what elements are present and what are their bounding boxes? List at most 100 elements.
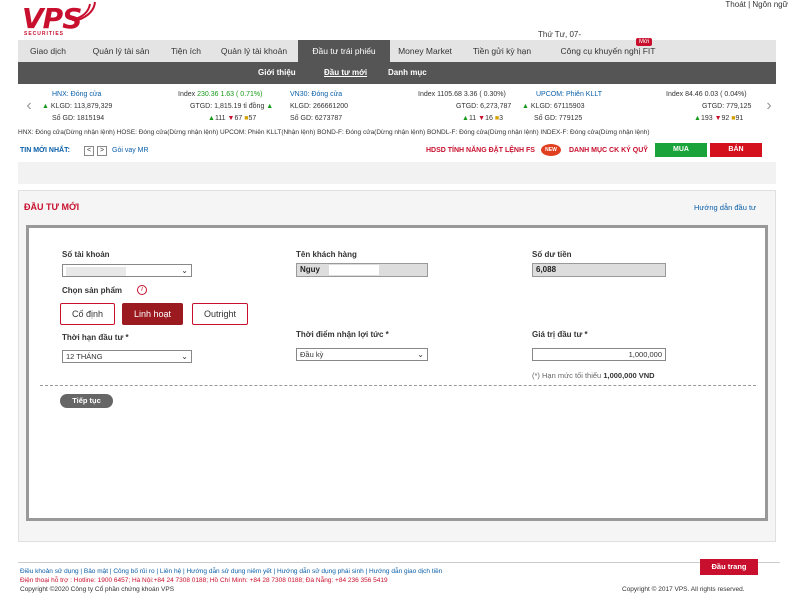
upcom-gtgd-value: 779,125 xyxy=(726,103,752,110)
mid-breadth: ▲11 ▼16 ■3 xyxy=(462,115,503,122)
market-status-line: HNX: Đóng cửa(Dừng nhận lệnh) HOSE: Đóng… xyxy=(18,129,650,136)
balance-field: 6,088 xyxy=(532,263,666,277)
mid-index: Index 1105.68 3.36 ( 0.30%) xyxy=(418,91,506,98)
upcom-sogd-label: Số GD: xyxy=(534,115,557,122)
main-nav: Giao dịch Quản lý tài sản Tiện ích Quản … xyxy=(18,40,776,62)
footer-copyright-left: Copyright ©2020 Công ty Cổ phần chứng kh… xyxy=(20,586,175,593)
back-to-top-button[interactable]: Đầu trang xyxy=(700,559,758,575)
nav-item-quan-ly-tai-khoan[interactable]: Quản lý tài khoản xyxy=(212,40,296,62)
hnx-down-count: 67 xyxy=(234,115,243,122)
min-note-prefix: (*) Hạn mức tối thiểu xyxy=(532,371,602,380)
min-amount-note: (*) Hạn mức tối thiểu 1,000,000 VND xyxy=(532,371,655,380)
vn30-klgd: KLGD: 266661200 xyxy=(290,103,348,110)
product-outright-button[interactable]: Outright xyxy=(192,303,248,325)
nav-item-tien-ich[interactable]: Tiện ích xyxy=(162,40,210,62)
footer-copyright-right: Copyright © 2017 VPS. All rights reserve… xyxy=(622,586,745,593)
hnx-sogd-value: 1815194 xyxy=(76,115,105,122)
mid-down-count: 16 xyxy=(485,115,493,122)
amount-input[interactable]: 1,000,000 xyxy=(532,348,666,361)
sell-button[interactable]: BÁN xyxy=(710,143,762,157)
upcom-title: UPCOM: Phiên KLLT xyxy=(536,91,603,98)
vn30-klgd-value: 266661200 xyxy=(312,103,349,110)
upcom-klgd-value: 67115903 xyxy=(553,103,585,110)
subnav-gioi-thieu[interactable]: Giới thiệu xyxy=(258,62,296,84)
hnx-index-change: 1.63 ( 0.71%) xyxy=(220,91,263,98)
guide-link[interactable]: Hướng dẫn đầu tư xyxy=(694,203,756,212)
mid-index-value: 1105.68 xyxy=(437,91,462,98)
min-note-value: 1,000,000 VND xyxy=(603,371,655,380)
amount-label: Giá trị đầu tư * xyxy=(532,330,588,339)
mid-up-count: 11 xyxy=(468,115,477,122)
subnav-dau-tu-moi[interactable]: Đầu tư mới xyxy=(324,62,367,84)
gray-band xyxy=(18,162,776,184)
upcom-klgd: ▲ KLGD: 67115903 xyxy=(522,103,584,110)
news-prev-button[interactable]: < xyxy=(84,146,94,156)
product-label: Chọn sản phẩm xyxy=(62,286,123,295)
upcom-down-count: 92 xyxy=(721,115,730,122)
upcom-eq-count: 91 xyxy=(735,115,744,122)
term-select[interactable]: 12 THÁNG ⌄ xyxy=(62,350,192,363)
mid-gtgd-label: GTGD: xyxy=(456,103,479,110)
continue-button[interactable]: Tiếp tục xyxy=(60,394,113,408)
up-arrow-icon: ▲ xyxy=(266,103,274,110)
up-arrow-icon: ▲ xyxy=(42,103,49,110)
hnx-klgd-label: KLGD: xyxy=(50,103,72,110)
news-item-link[interactable]: Gói vay MR xyxy=(112,147,149,154)
payout-label: Thời điểm nhận lợi tức * xyxy=(296,330,389,339)
hnx-sogd: Số GD: 1815194 xyxy=(52,115,104,122)
upcom-index: Index 84.46 0.03 ( 0.04%) xyxy=(666,91,747,98)
payout-select[interactable]: Đầu kỳ ⌄ xyxy=(296,348,428,361)
hnx-eq-count: 57 xyxy=(248,115,257,122)
nav-item-quan-ly-tai-san[interactable]: Quản lý tài sản xyxy=(80,40,162,62)
new-badge: Mới xyxy=(636,38,653,46)
hnx-klgd: ▲ KLGD: 113,879,329 xyxy=(42,103,112,110)
upcom-sogd-value: 779125 xyxy=(558,115,583,122)
user-links[interactable]: Thoát | Ngôn ngữ xyxy=(725,0,788,9)
nav-item-tien-gui-ky-han[interactable]: Tiền gửi kỳ hạn xyxy=(464,40,540,62)
news-label: TIN MỚI NHẤT: xyxy=(20,147,70,154)
vn30-klgd-label: KLGD: xyxy=(290,103,312,110)
product-co-dinh-button[interactable]: Cố định xyxy=(60,303,115,325)
hnx-index-value: 230.36 xyxy=(197,91,219,98)
customer-name-field: Nguy xyxy=(296,263,428,277)
nav-item-money-market[interactable]: Money Market xyxy=(392,40,458,62)
nav-item-cong-cu-khuyen-nghi[interactable]: Công cụ khuyến nghị FIT xyxy=(544,40,672,62)
account-label: Số tài khoản xyxy=(62,250,110,259)
product-linh-hoat-button[interactable]: Linh hoạt xyxy=(122,303,183,325)
hdsd-link[interactable]: HDSD TÍNH NĂNG ĐẶT LỆNH FS xyxy=(426,147,535,154)
upcom-klgd-label: KLGD: xyxy=(530,103,552,110)
news-next-button[interactable]: > xyxy=(97,146,107,156)
mid-gtgd: GTGD: 6,273,787 xyxy=(456,103,511,110)
chevron-down-icon: ⌄ xyxy=(181,352,188,361)
hnx-index: Index 230.36 1.63 ( 0.71%) xyxy=(178,91,262,98)
page-title: ĐẦU TƯ MỚI xyxy=(24,202,80,212)
account-select[interactable]: ⌄ xyxy=(62,264,192,277)
balance-label: Số dư tiền xyxy=(532,250,572,259)
upcom-up-count: 193 xyxy=(700,115,713,122)
customer-name-value: Nguy xyxy=(300,265,320,274)
hnx-sogd-label: Số GD: xyxy=(52,115,75,122)
redacted-block xyxy=(329,265,379,275)
nav-item-giao-dich[interactable]: Giao dịch xyxy=(18,40,78,62)
account-value xyxy=(66,266,126,276)
up-arrow-icon: ▲ xyxy=(522,103,529,110)
hnx-klgd-value: 113,879,329 xyxy=(73,103,113,110)
margin-list-link[interactable]: DANH MỤC CK KÝ QUỸ xyxy=(569,147,648,154)
subnav-danh-muc[interactable]: Danh mục xyxy=(388,62,427,84)
payout-value: Đầu kỳ xyxy=(300,350,324,359)
footer-links[interactable]: Điều khoản sử dụng | Bảo mật | Công bố r… xyxy=(20,568,442,575)
vn30-title: VN30: Đóng cửa xyxy=(290,91,343,98)
upcom-sogd: Số GD: 779125 xyxy=(534,115,582,122)
info-icon[interactable]: i xyxy=(137,285,147,295)
logo-arc-icon xyxy=(71,1,96,21)
hnx-gtgd-value: 1,815.19 tỉ đồng xyxy=(214,103,265,110)
buy-button[interactable]: MUA xyxy=(655,143,707,157)
chevron-down-icon: ⌄ xyxy=(181,266,188,275)
new-burst-badge: NEW xyxy=(541,144,561,156)
market-ticker: HNX: Đóng cửa Index 230.36 1.63 ( 0.71%)… xyxy=(22,88,774,126)
nav-item-dau-tu-trai-phieu[interactable]: Đầu tư trái phiếu xyxy=(298,40,390,62)
upcom-breadth: ▲193 ▼92 ■91 xyxy=(694,115,744,122)
hnx-gtgd: GTGD: 1,815.19 tỉ đồng ▲ xyxy=(190,103,273,110)
upcom-index-value: 84.46 xyxy=(685,91,703,98)
vn30-sogd: Số GD: 6273787 xyxy=(290,115,342,122)
